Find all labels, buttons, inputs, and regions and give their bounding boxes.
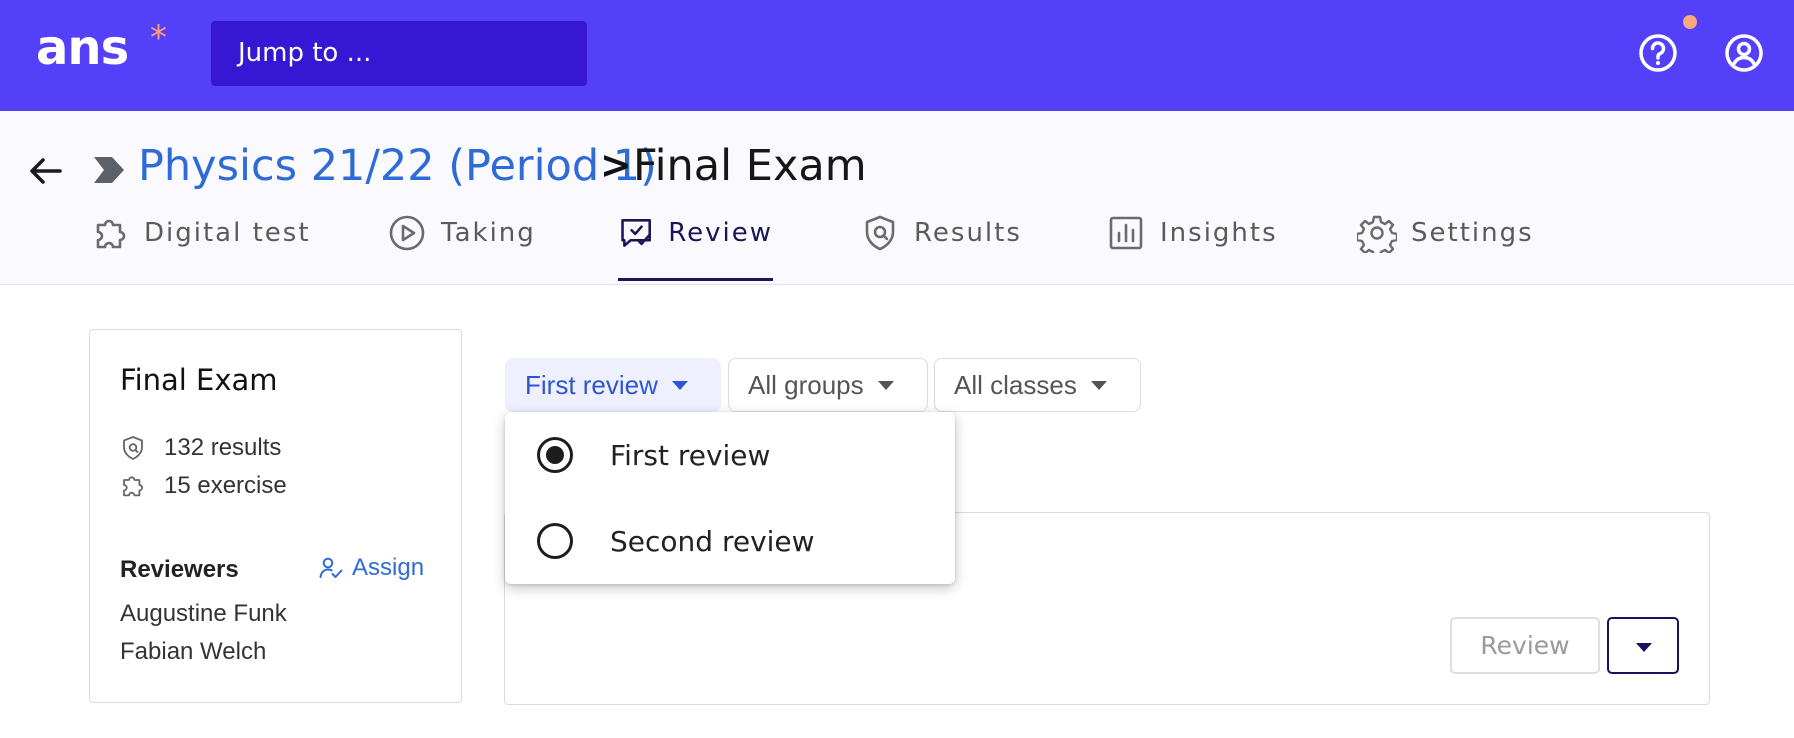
results-count: 132 results — [120, 434, 281, 462]
tab-review[interactable]: Review — [618, 211, 773, 283]
page-header: Physics 21/22 (Period 1) > Final Exam Di… — [0, 111, 1794, 285]
logo[interactable]: ans — [36, 20, 129, 76]
review-round-value: First review — [525, 369, 658, 400]
review-options-button[interactable] — [1607, 617, 1679, 674]
menu-option-first-review[interactable]: First review — [505, 412, 955, 498]
logo-star: * — [150, 18, 167, 58]
help-circle-icon[interactable] — [1636, 31, 1680, 75]
tab-label: Settings — [1411, 218, 1534, 248]
review-chat-icon — [621, 219, 651, 247]
tab-digital-test[interactable]: Digital test — [90, 211, 311, 283]
tab-label: Taking — [441, 218, 536, 248]
notification-dot — [1683, 15, 1697, 29]
reviewers-heading: Reviewers — [120, 556, 239, 583]
breadcrumb-separator: > — [600, 143, 632, 187]
tab-taking[interactable]: Taking — [387, 211, 536, 283]
chevron-down-icon — [671, 380, 688, 390]
user-circle-icon[interactable] — [1722, 31, 1766, 75]
menu-option-label: First review — [610, 438, 771, 472]
assign-label: Assign — [352, 554, 425, 581]
review-round-menu: First review Second review — [505, 412, 955, 584]
reviewer-name: Fabian Welch — [120, 638, 267, 665]
menu-option-second-review[interactable]: Second review — [505, 498, 955, 584]
breadcrumb-parent-link[interactable]: Physics 21/22 (Period 1) — [138, 141, 657, 191]
bar-chart-icon — [1109, 216, 1143, 250]
jump-to-search[interactable]: Jump to ... — [211, 21, 587, 86]
puzzle-icon — [96, 219, 126, 249]
tab-label: Results — [914, 218, 1022, 248]
breadcrumb-chevron-icon — [94, 157, 124, 183]
exercise-count-text: 15 exercise — [164, 472, 287, 499]
tab-settings[interactable]: Settings — [1357, 211, 1534, 283]
classes-filter[interactable]: All classes — [934, 358, 1141, 412]
groups-filter[interactable]: All groups — [728, 358, 928, 412]
results-count-text: 132 results — [164, 434, 282, 461]
review-round-filter[interactable]: First review — [505, 358, 721, 412]
tab-results[interactable]: Results — [860, 211, 1022, 283]
puzzle-icon — [123, 476, 143, 497]
chevron-down-icon — [877, 380, 894, 390]
play-circle-icon — [389, 215, 425, 251]
top-navigation-bar: ans * Jump to ... — [0, 0, 1794, 111]
tab-label: Insights — [1160, 218, 1278, 248]
assign-button[interactable]: Assign — [318, 554, 424, 582]
chevron-down-icon — [1636, 643, 1652, 652]
groups-value: All groups — [748, 369, 864, 400]
tab-insights[interactable]: Insights — [1106, 211, 1278, 283]
reviewer-name: Augustine Funk — [120, 600, 287, 627]
chevron-down-icon — [1090, 380, 1107, 390]
gear-icon — [1357, 215, 1397, 253]
tab-label: Digital test — [144, 218, 311, 248]
radio-selected-icon[interactable] — [537, 437, 573, 473]
exercise-count: 15 exercise — [120, 472, 287, 500]
menu-option-label: Second review — [610, 524, 815, 558]
classes-value: All classes — [954, 369, 1077, 400]
shield-icon — [123, 436, 143, 460]
shield-icon — [865, 215, 895, 251]
back-arrow-icon[interactable] — [26, 151, 66, 191]
exam-title: Final Exam — [120, 363, 278, 397]
page-title: Final Exam — [633, 141, 867, 191]
review-button[interactable]: Review — [1450, 617, 1600, 674]
assign-user-icon — [319, 557, 343, 578]
exam-info-card: Final Exam 132 results 15 exercise Revie… — [89, 329, 462, 703]
tab-label: Review — [668, 218, 773, 248]
radio-unselected-icon[interactable] — [537, 523, 573, 559]
